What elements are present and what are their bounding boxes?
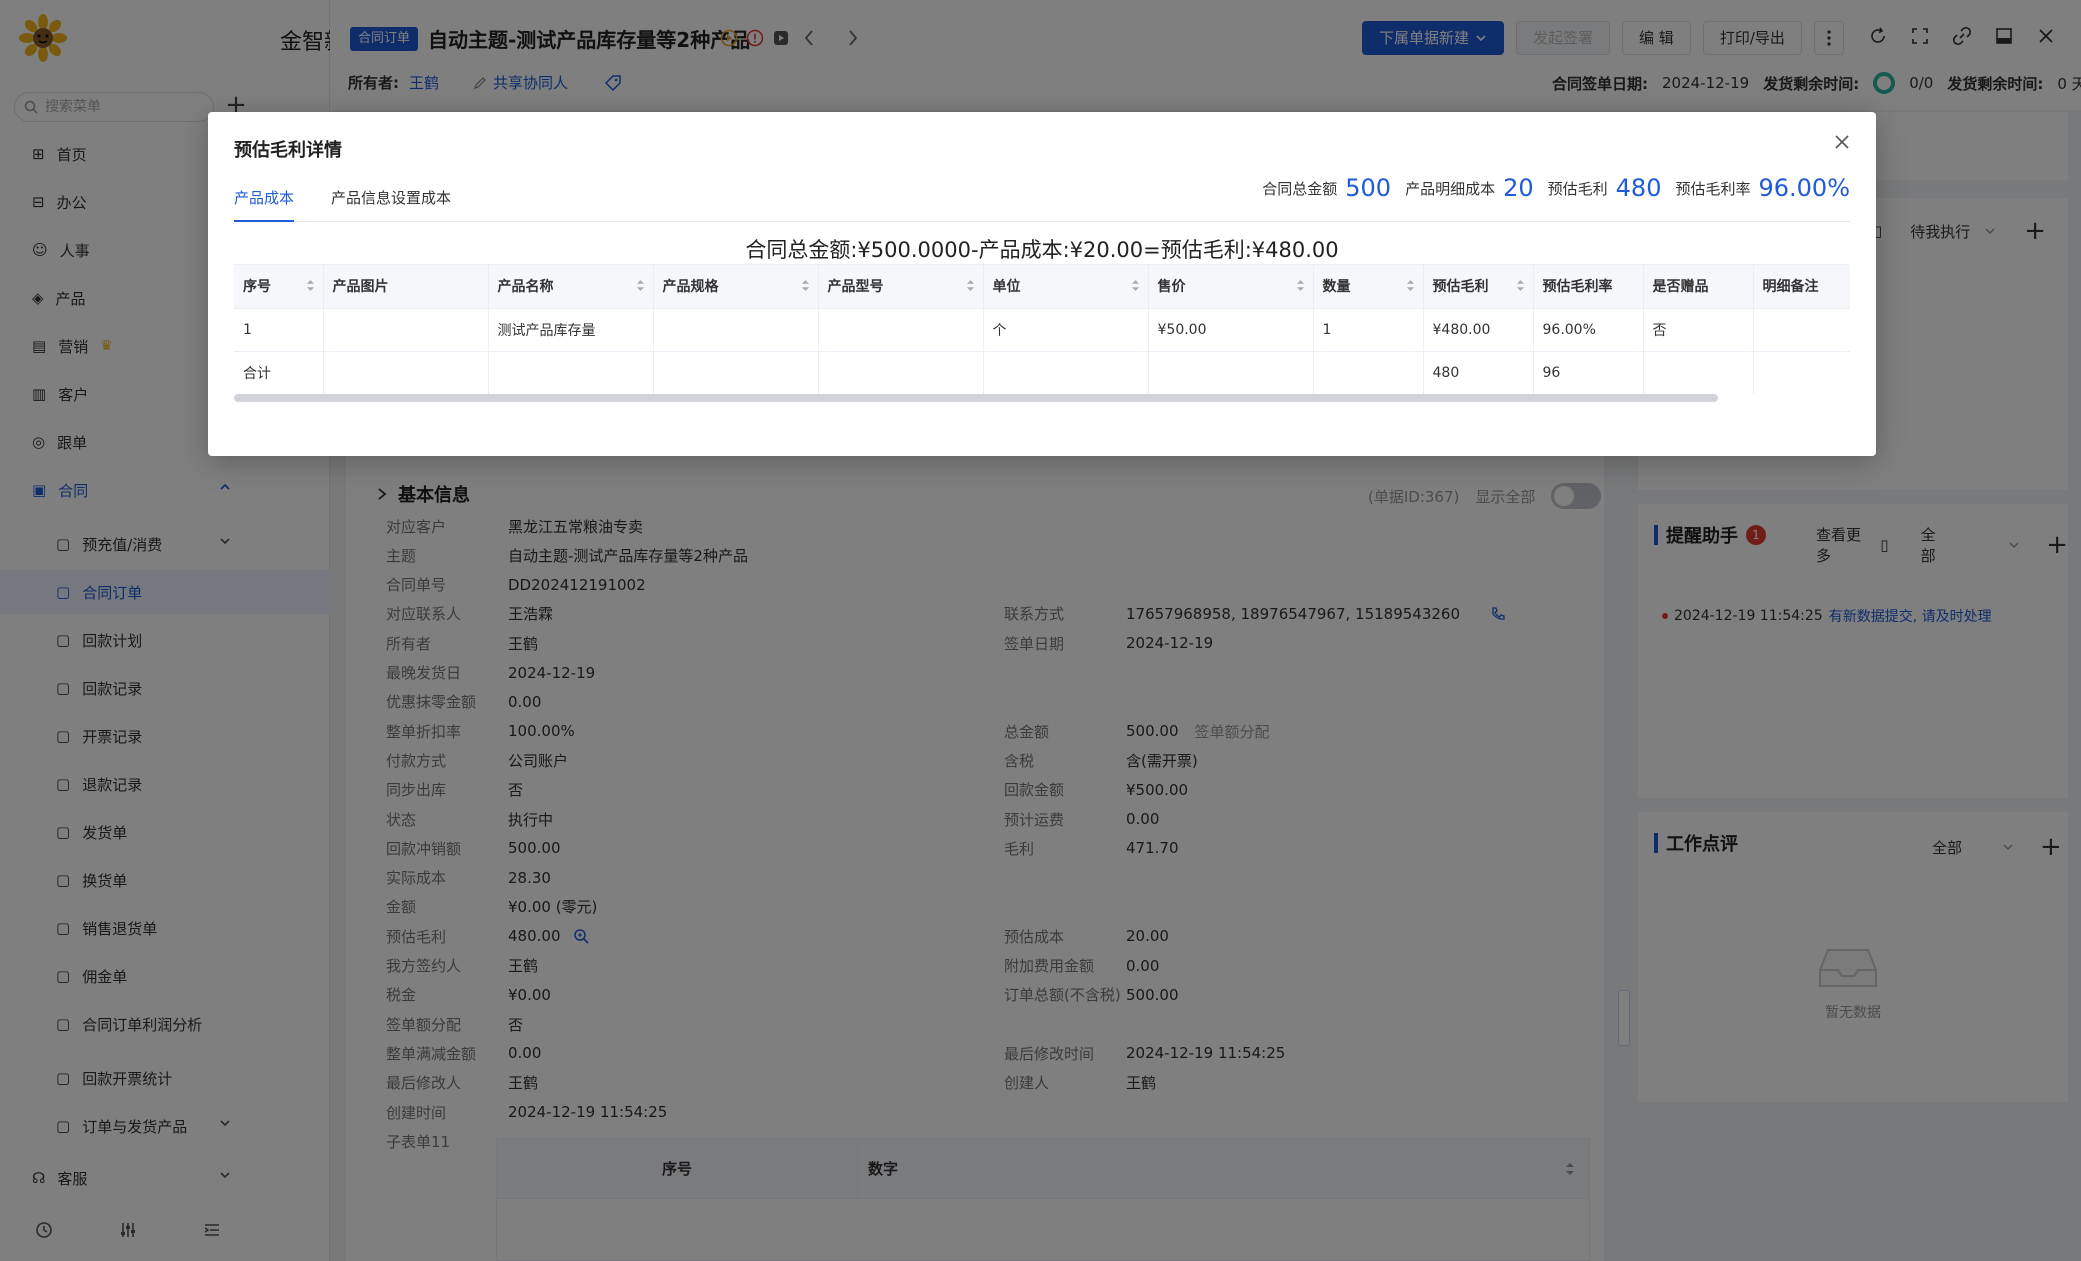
column-header: 预估毛利率 [1533,265,1644,309]
table-cell: 1 [234,308,324,352]
table-cell [818,308,984,352]
sort-icon[interactable] [636,279,645,292]
column-header[interactable]: 数量 [1313,265,1424,309]
stat-product-cost: 20 [1503,174,1534,202]
column-header[interactable]: 产品型号 [818,265,984,309]
sort-icon[interactable] [1516,279,1525,292]
table-cell: 个 [983,308,1149,352]
table-cell [653,308,819,352]
table-cell [1753,351,1850,394]
table-cell: 合计 [234,351,324,394]
column-header[interactable]: 序号 [234,265,324,309]
table-header-row: 序号 产品图片 产品名称 产品规格 产品型号 单位 售价 数量 预估毛利 预估毛利率 是否赠品 明细备… [234,265,1850,309]
table-cell: 1 [1313,308,1424,352]
table-cell: 480 [1423,351,1534,394]
column-header: 是否赠品 [1643,265,1754,309]
table-cell [323,351,489,394]
table-cell [653,351,819,394]
table-total-row: 合计 480 96 [234,351,1850,394]
table-cell [488,351,654,394]
column-header[interactable]: 售价 [1148,265,1314,309]
tab-product-info-cost[interactable]: 产品信息设置成本 [331,178,451,222]
tab-product-cost[interactable]: 产品成本 [234,178,295,222]
table-cell [1643,351,1754,394]
table-cell: 96.00% [1533,308,1644,352]
table-cell: 否 [1643,308,1754,352]
table-cell: 测试产品库存量 [488,308,654,352]
stat-gross-profit: 480 [1615,174,1662,202]
close-icon[interactable] [1832,132,1852,152]
profit-formula: 合同总金额:¥500.0000-产品成本:¥20.00=预估毛利:¥480.00 [745,238,1339,262]
modal-title: 预估毛利详情 [234,140,342,161]
sort-icon[interactable] [1131,279,1140,292]
column-header[interactable]: 预估毛利 [1423,265,1534,309]
table-cell: ¥50.00 [1148,308,1314,352]
table-cell: ¥480.00 [1423,308,1534,352]
table-cell [1313,351,1424,394]
table-row: 1 测试产品库存量个 ¥50.00 1 ¥480.00 96.00% 否 [234,308,1850,352]
column-header[interactable]: 产品名称 [488,265,654,309]
sort-icon[interactable] [801,279,810,292]
sort-icon[interactable] [1296,279,1305,292]
table-cell [1148,351,1314,394]
sort-icon[interactable] [306,279,315,292]
sort-icon[interactable] [966,279,975,292]
table-cell: 96 [1533,351,1644,394]
table-cell [818,351,984,394]
table-cell [323,308,489,352]
gross-profit-modal: 预估毛利详情 产品成本 产品信息设置成本 合同总金额 500 产品明细成本 20 预… [208,112,1876,456]
sort-icon[interactable] [1406,279,1415,292]
column-header[interactable]: 产品规格 [653,265,819,309]
table-cell [983,351,1149,394]
stat-gross-margin: 96.00% [1758,174,1850,202]
table-cell [1753,308,1850,352]
product-cost-table: 序号 产品图片 产品名称 产品规格 产品型号 单位 售价 数量 预估毛利 预估毛利率 是否赠品 明细备… [234,264,1850,394]
column-header: 明细备注 [1753,265,1850,309]
column-header: 产品图片 [323,265,489,309]
stat-total-amount: 500 [1345,174,1392,202]
column-header[interactable]: 单位 [983,265,1149,309]
table-horizontal-scrollbar[interactable] [234,394,1718,402]
modal-stats: 合同总金额 500 产品明细成本 20 预估毛利 480 预估毛利率 96.00% [1262,174,1850,202]
